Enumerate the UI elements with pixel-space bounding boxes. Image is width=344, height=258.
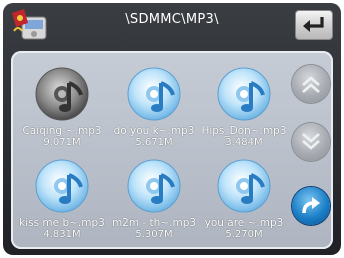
page-down-button[interactable] bbox=[292, 123, 330, 161]
file-item[interactable]: kiss me b~.mp3 4.831M bbox=[19, 155, 105, 251]
file-item[interactable]: you are ~.mp3 5.270M bbox=[201, 155, 287, 251]
file-item[interactable]: Caiqing-~.mp3 9.071M bbox=[19, 63, 105, 159]
double-chevron-down-icon bbox=[302, 133, 320, 150]
file-item[interactable]: Hips_Don~.mp3 3.484M bbox=[201, 63, 287, 159]
back-button[interactable] bbox=[295, 10, 333, 40]
folder-path: \SDMMC\MP3\ bbox=[125, 12, 219, 27]
file-name: do you k~.mp3 bbox=[113, 125, 195, 137]
music-disc-icon bbox=[217, 67, 271, 121]
file-size: 5.671M bbox=[135, 137, 173, 148]
music-disc-icon bbox=[35, 159, 89, 213]
double-chevron-up-icon bbox=[302, 76, 320, 93]
file-item[interactable]: m2m - th~.mp3 5.307M bbox=[111, 155, 197, 251]
window-frame: \SDMMC\MP3\ Caiqing-~.mp3 9.071M do you … bbox=[3, 3, 341, 255]
return-arrow-icon bbox=[303, 17, 324, 32]
music-disc-icon bbox=[127, 67, 181, 121]
file-item[interactable]: do you k~.mp3 5.671M bbox=[111, 63, 197, 159]
file-browser-panel: Caiqing-~.mp3 9.071M do you k~.mp3 5.671… bbox=[11, 51, 333, 249]
file-name: Hips_Don~.mp3 bbox=[201, 125, 287, 137]
file-name: Caiqing-~.mp3 bbox=[22, 125, 102, 137]
file-size: 5.307M bbox=[135, 229, 173, 240]
file-size: 3.484M bbox=[225, 137, 263, 148]
file-name: you are ~.mp3 bbox=[204, 217, 284, 229]
page-up-button[interactable] bbox=[292, 65, 330, 103]
file-name: kiss me b~.mp3 bbox=[19, 217, 105, 229]
music-disc-icon bbox=[127, 159, 181, 213]
enter-button[interactable] bbox=[292, 187, 330, 225]
music-disc-dark-icon bbox=[35, 67, 89, 121]
music-disc-icon bbox=[217, 159, 271, 213]
file-size: 5.270M bbox=[225, 229, 263, 240]
file-name: m2m - th~.mp3 bbox=[111, 217, 197, 229]
file-size: 4.831M bbox=[43, 229, 81, 240]
file-size: 9.071M bbox=[43, 137, 81, 148]
curved-arrow-icon bbox=[302, 197, 320, 214]
